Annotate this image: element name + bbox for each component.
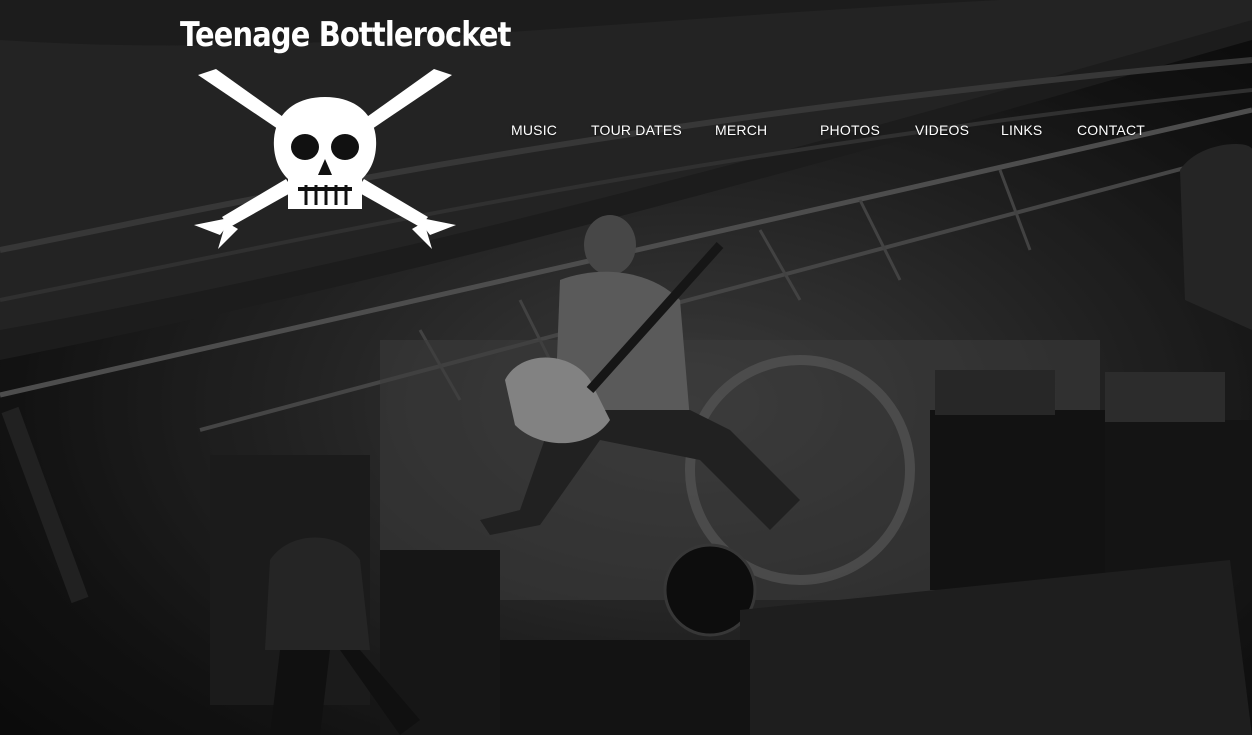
- skull-crossbones-icon: [194, 69, 456, 249]
- nav-links[interactable]: LINKS: [1001, 122, 1042, 138]
- logo-wordmark: Teenage Bottlerocket: [180, 15, 511, 55]
- nav-merch[interactable]: MERCH: [715, 122, 767, 138]
- nav-videos[interactable]: VIDEOS: [915, 122, 969, 138]
- nav-music[interactable]: MUSIC: [511, 122, 557, 138]
- nav-photos[interactable]: PHOTOS: [820, 122, 880, 138]
- nav-contact[interactable]: CONTACT: [1077, 122, 1145, 138]
- site-logo[interactable]: Teenage Bottlerocket: [180, 12, 511, 252]
- nav-tour-dates[interactable]: TOUR DATES: [591, 122, 682, 138]
